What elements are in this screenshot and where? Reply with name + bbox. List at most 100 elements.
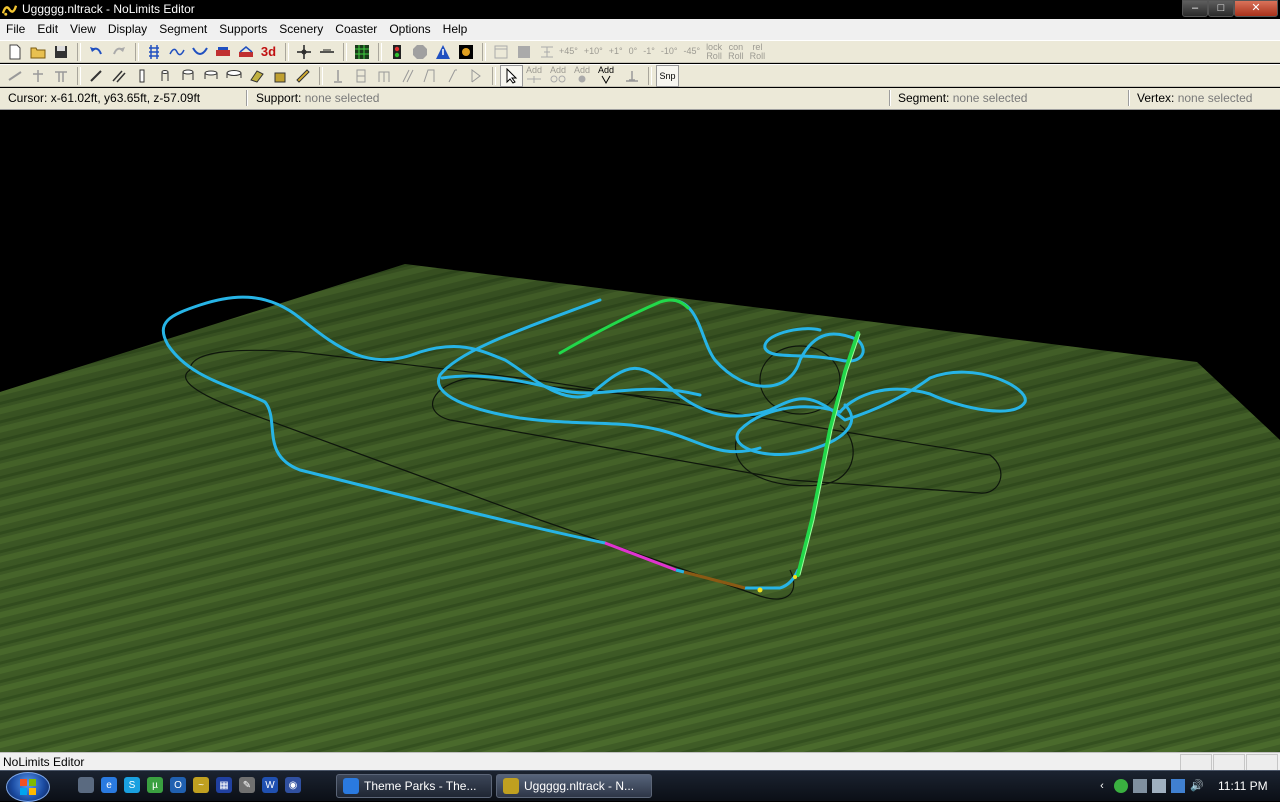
snap-toggle-button[interactable]: Snp [656, 64, 679, 87]
new-file-button[interactable] [4, 42, 25, 62]
menu-scenery[interactable]: Scenery [273, 19, 329, 40]
skype-icon[interactable]: S [124, 777, 140, 793]
cylinder-3-button[interactable] [200, 66, 221, 86]
tools-icon[interactable]: ✎ [239, 777, 255, 793]
cursor-coordinates: x-61.02ft, y63.65ft, z-57.09ft [50, 91, 201, 105]
pencil-button[interactable] [85, 66, 106, 86]
maximize-button[interactable]: □ [1208, 0, 1234, 17]
undo-button[interactable] [85, 42, 106, 62]
support-tool-2-button[interactable] [27, 66, 48, 86]
outlook-icon[interactable]: O [170, 777, 186, 793]
station-tool-button[interactable] [235, 42, 256, 62]
save-button[interactable] [50, 42, 71, 62]
footer-6-button[interactable] [442, 66, 463, 86]
3d-view-button[interactable]: 3d [258, 42, 279, 62]
task-nolimits[interactable]: Uggggg.nltrack - N... [496, 774, 652, 798]
terrain-button[interactable] [351, 42, 372, 62]
double-pencil-button[interactable] [108, 66, 129, 86]
vertex-marker[interactable] [757, 587, 763, 593]
add-support-button[interactable]: Add [525, 65, 543, 86]
track-tool-button[interactable] [143, 42, 164, 62]
cylinder-4-button[interactable] [223, 66, 244, 86]
tray-security-icon[interactable] [1114, 779, 1128, 793]
3d-viewport[interactable] [0, 110, 1280, 752]
footer-lean-icon [448, 69, 457, 82]
properties-button[interactable] [490, 42, 511, 62]
ground-anchor-button[interactable] [621, 66, 642, 86]
footer-2-button[interactable] [350, 66, 371, 86]
tray-notification-icon[interactable] [1152, 779, 1166, 793]
cylinder-2-button[interactable] [177, 66, 198, 86]
footer-7-button[interactable] [465, 66, 486, 86]
cylinder-1-button[interactable] [154, 66, 175, 86]
add-footer-button[interactable]: Add [597, 65, 615, 86]
system-clock[interactable]: 11:11 PM [1218, 779, 1268, 793]
con-roll-button[interactable]: con Roll [728, 42, 744, 61]
footer-4-button[interactable] [396, 66, 417, 86]
angle-plus1-button[interactable]: +1° [609, 47, 623, 56]
minimize-button[interactable]: ‒ [1182, 0, 1208, 17]
support-post-icon [32, 69, 43, 82]
angle-minus1-button[interactable]: -1° [643, 47, 655, 56]
show-desktop-icon[interactable] [78, 777, 94, 793]
menu-segment[interactable]: Segment [153, 19, 213, 40]
lock-roll-button[interactable]: lock Roll [706, 42, 722, 61]
menu-help[interactable]: Help [437, 19, 474, 40]
train-tool-button[interactable] [212, 42, 233, 62]
calculator-icon[interactable]: ▦ [216, 777, 232, 793]
menu-supports[interactable]: Supports [213, 19, 273, 40]
angle-minus10-button[interactable]: -10° [661, 47, 678, 56]
warning-button[interactable] [432, 42, 453, 62]
rel-roll-button[interactable]: rel Roll [750, 42, 766, 61]
media-player-icon[interactable]: ◉ [285, 777, 301, 793]
stop-button[interactable] [409, 42, 430, 62]
insert-vertex-button[interactable] [293, 42, 314, 62]
internet-explorer-icon[interactable]: e [101, 777, 117, 793]
support-tool-1-button[interactable] [4, 66, 25, 86]
menu-view[interactable]: View [64, 19, 102, 40]
support-tool-3-button[interactable] [50, 66, 71, 86]
column-button[interactable] [131, 66, 152, 86]
utorrent-icon[interactable]: µ [147, 777, 163, 793]
task-theme-parks[interactable]: Theme Parks - The... [336, 774, 492, 798]
select-pointer-button[interactable] [500, 64, 523, 87]
test-run-button[interactable] [386, 42, 407, 62]
footer-1-button[interactable] [327, 66, 348, 86]
angle-plus45-button[interactable]: +45° [559, 47, 578, 56]
add-connector-button[interactable]: Add [549, 65, 567, 86]
coaster-scene[interactable] [0, 110, 1280, 752]
close-button[interactable]: ✕ [1234, 0, 1278, 17]
block-button[interactable] [269, 66, 290, 86]
split-segment-button[interactable] [316, 42, 337, 62]
curve-tool-button[interactable] [166, 42, 187, 62]
redo-button[interactable] [108, 42, 129, 62]
vertex-marker[interactable] [793, 575, 797, 579]
nolimits-icon[interactable]: ~ [193, 777, 209, 793]
start-button[interactable] [6, 772, 50, 802]
footer-3-button[interactable] [373, 66, 394, 86]
tray-device-icon[interactable] [1133, 779, 1147, 793]
menu-display[interactable]: Display [102, 19, 153, 40]
footer-5-button[interactable] [419, 66, 440, 86]
menu-file[interactable]: File [0, 19, 31, 40]
tray-network-icon[interactable] [1171, 779, 1185, 793]
toolbar-separator [77, 66, 81, 85]
tray-expand-icon[interactable]: ‹ [1095, 779, 1109, 793]
ruler-button[interactable] [292, 66, 313, 86]
word-icon[interactable]: W [262, 777, 278, 793]
add-node-icon [578, 75, 586, 82]
menu-options[interactable]: Options [383, 19, 436, 40]
align-button[interactable] [536, 42, 557, 62]
record-button[interactable] [455, 42, 476, 62]
plate-button[interactable] [246, 66, 267, 86]
angle-plus10-button[interactable]: +10° [584, 47, 603, 56]
angle-minus45-button[interactable]: -45° [683, 47, 700, 56]
menu-coaster[interactable]: Coaster [329, 19, 383, 40]
menu-edit[interactable]: Edit [31, 19, 64, 40]
valley-tool-button[interactable] [189, 42, 210, 62]
tray-volume-icon[interactable]: 🔊 [1190, 779, 1204, 793]
open-file-button[interactable] [27, 42, 48, 62]
add-node-button[interactable]: Add [573, 65, 591, 86]
angle-zero-button[interactable]: 0° [629, 47, 638, 56]
fill-button[interactable] [513, 42, 534, 62]
